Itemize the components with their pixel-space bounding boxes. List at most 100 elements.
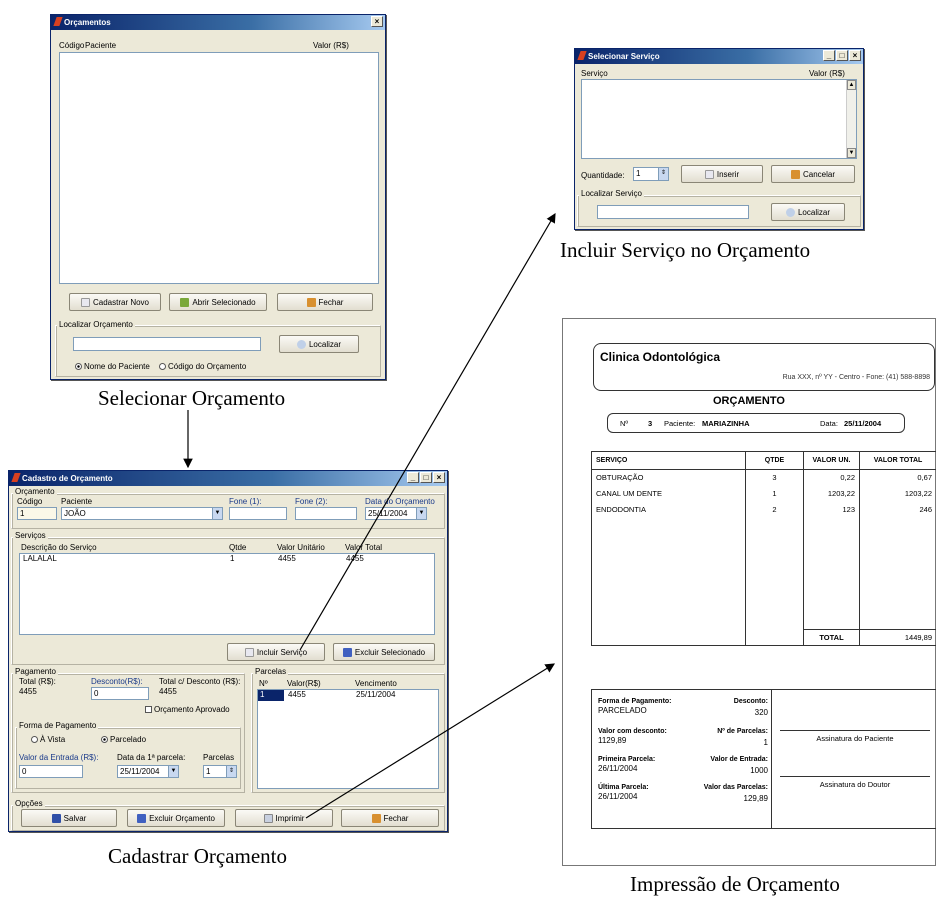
paciente-select[interactable]: JOÃO ▼ bbox=[61, 507, 223, 520]
orcamento-legend: Orçamento bbox=[13, 487, 57, 496]
exit-icon bbox=[371, 813, 381, 823]
window-title: Orçamentos bbox=[64, 18, 111, 27]
abrir-selecionado-button[interactable]: Abrir Selecionado bbox=[169, 293, 267, 311]
incluir-servico-button[interactable]: Incluir Serviço bbox=[227, 643, 325, 661]
data-primeira-parcela-picker[interactable]: 25/11/2004 ▼ bbox=[117, 765, 179, 778]
desconto-label: Desconto(R$): bbox=[91, 677, 143, 686]
col-qtde: Qtde bbox=[229, 543, 247, 552]
add-icon bbox=[704, 169, 714, 179]
orcamento-aprovado-checkbox[interactable]: Orçamento Aprovado bbox=[145, 705, 230, 714]
imprimir-button[interactable]: Imprimir bbox=[235, 809, 333, 827]
save-icon bbox=[51, 813, 61, 823]
col-valor: Valor(R$) bbox=[287, 679, 321, 688]
open-icon bbox=[180, 297, 190, 307]
table-row: ENDODONTIA 2 123 246 bbox=[591, 501, 936, 518]
window-title: Selecionar Serviço bbox=[588, 52, 660, 61]
opcoes-legend: Opções bbox=[13, 799, 45, 808]
report-page: Clinica Odontológica Rua XXX, nº YY - Ce… bbox=[562, 318, 936, 866]
radio-parcelado[interactable]: Parcelado bbox=[101, 735, 146, 744]
parcelas-list[interactable]: 1 4455 25/11/2004 bbox=[257, 689, 439, 789]
inserir-button[interactable]: Inserir bbox=[681, 165, 763, 183]
parcelas-stepper[interactable]: 1 ⇕ bbox=[203, 765, 237, 778]
localizar-servico-legend: Localizar Serviço bbox=[579, 189, 644, 198]
cadastrar-novo-button[interactable]: Cadastrar Novo bbox=[69, 293, 161, 311]
pencil-icon bbox=[53, 17, 63, 26]
table-row[interactable]: LALALAL 1 4455 4455 bbox=[20, 554, 434, 565]
fechar-cadastro-button[interactable]: Fechar bbox=[341, 809, 439, 827]
scrollbar[interactable]: ▲ ▼ bbox=[846, 80, 856, 158]
add-icon bbox=[244, 647, 254, 657]
table-row: CANAL UM DENTE 1 1203,22 1203,22 bbox=[591, 485, 936, 502]
radio-nome-paciente[interactable]: Nome do Paciente bbox=[75, 362, 150, 371]
col-numero: Nº bbox=[259, 679, 268, 688]
signature-patient: Assinatura do Paciente bbox=[780, 730, 930, 743]
scroll-down-icon[interactable]: ▼ bbox=[847, 148, 856, 158]
minimize-icon[interactable]: _ bbox=[823, 50, 835, 61]
close-icon[interactable]: × bbox=[433, 472, 445, 483]
cancelar-button[interactable]: Cancelar bbox=[771, 165, 855, 183]
exit-icon bbox=[790, 169, 800, 179]
fone2-field[interactable] bbox=[295, 507, 357, 520]
maximize-icon[interactable]: □ bbox=[420, 472, 432, 483]
chevron-down-icon: ▼ bbox=[168, 766, 178, 777]
report-table: SERVIÇO QTDE VALOR UN. VALOR TOTAL OBTUR… bbox=[591, 451, 936, 646]
servico-titlebar[interactable]: Selecionar Serviço _ □ × bbox=[575, 49, 863, 64]
excluir-orcamento-button[interactable]: Excluir Orçamento bbox=[127, 809, 225, 827]
salvar-button[interactable]: Salvar bbox=[21, 809, 117, 827]
servicos-list[interactable]: LALALAL 1 4455 4455 bbox=[19, 553, 435, 635]
exit-icon bbox=[306, 297, 316, 307]
localizar-legend: Localizar Orçamento bbox=[57, 320, 135, 329]
close-icon[interactable]: × bbox=[371, 16, 383, 27]
search-icon bbox=[296, 339, 306, 349]
print-icon bbox=[263, 813, 273, 823]
localizar-input[interactable] bbox=[73, 337, 261, 351]
minimize-icon[interactable]: _ bbox=[407, 472, 419, 483]
window-title: Cadastro de Orçamento bbox=[22, 474, 113, 483]
total-value: 4455 bbox=[19, 687, 37, 696]
orcamentos-window: Orçamentos × Código Paciente Valor (R$) … bbox=[50, 14, 386, 380]
chevron-down-icon: ▼ bbox=[212, 508, 222, 519]
codigo-field[interactable]: 1 bbox=[17, 507, 57, 520]
maximize-icon[interactable]: □ bbox=[836, 50, 848, 61]
quantidade-label: Quantidade: bbox=[581, 171, 625, 180]
report-title: ORÇAMENTO bbox=[713, 395, 785, 407]
fone1-field[interactable] bbox=[229, 507, 287, 520]
report-footer: Forma de Pagamento: Desconto: PARCELADO 320… bbox=[591, 689, 936, 829]
orcamentos-list[interactable] bbox=[59, 52, 379, 284]
caption-impressao: Impressão de Orçamento bbox=[630, 872, 840, 896]
quantidade-stepper[interactable]: 1 ⇕ bbox=[633, 167, 669, 181]
total-row: TOTAL 1449,89 bbox=[591, 629, 936, 646]
valor-entrada-field[interactable]: 0 bbox=[19, 765, 83, 778]
col-vencimento: Vencimento bbox=[355, 679, 397, 688]
close-icon[interactable]: × bbox=[849, 50, 861, 61]
caption-cadastrar: Cadastrar Orçamento bbox=[108, 844, 288, 868]
desconto-field[interactable]: 0 bbox=[91, 687, 149, 700]
col-descricao: Descrição do Serviço bbox=[21, 543, 97, 552]
scroll-up-icon[interactable]: ▲ bbox=[847, 80, 856, 90]
cadastro-window: Cadastro de Orçamento _ □ × Orçamento Có… bbox=[8, 470, 448, 832]
radio-codigo-orcamento[interactable]: Código do Orçamento bbox=[159, 362, 246, 371]
chevron-down-icon: ▼ bbox=[416, 508, 426, 519]
col-service: Serviço bbox=[581, 69, 608, 78]
localizar-servico-button[interactable]: Localizar bbox=[771, 203, 845, 221]
pencil-icon bbox=[577, 51, 587, 60]
data-orcamento-label: Data do Orçamento bbox=[365, 497, 435, 506]
table-row[interactable]: 1 4455 25/11/2004 bbox=[258, 690, 438, 701]
forma-pagamento-legend: Forma de Pagamento bbox=[17, 721, 99, 730]
servico-list[interactable]: ▲ ▼ bbox=[581, 79, 857, 159]
add-icon bbox=[80, 297, 90, 307]
localizar-servico-input[interactable] bbox=[597, 205, 749, 219]
col-valor-unitario: Valor Unitário bbox=[277, 543, 325, 552]
excluir-selecionado-button[interactable]: Excluir Selecionado bbox=[333, 643, 435, 661]
fechar-button[interactable]: Fechar bbox=[277, 293, 373, 311]
search-icon bbox=[785, 207, 795, 217]
radio-a-vista[interactable]: À Vista bbox=[31, 735, 65, 744]
col-value: Valor (R$) bbox=[313, 41, 349, 50]
localizar-button[interactable]: Localizar bbox=[279, 335, 359, 353]
total-desconto-label: Total c/ Desconto (R$): bbox=[159, 677, 241, 686]
report-info: Nº 3 Paciente: MARIAZINHA Data: 25/11/20… bbox=[607, 413, 905, 433]
cadastro-titlebar[interactable]: Cadastro de Orçamento _ □ × bbox=[9, 471, 447, 486]
pencil-icon bbox=[11, 473, 21, 482]
orcamentos-titlebar[interactable]: Orçamentos × bbox=[51, 15, 385, 30]
data-orcamento-picker[interactable]: 25/11/2004 ▼ bbox=[365, 507, 427, 520]
